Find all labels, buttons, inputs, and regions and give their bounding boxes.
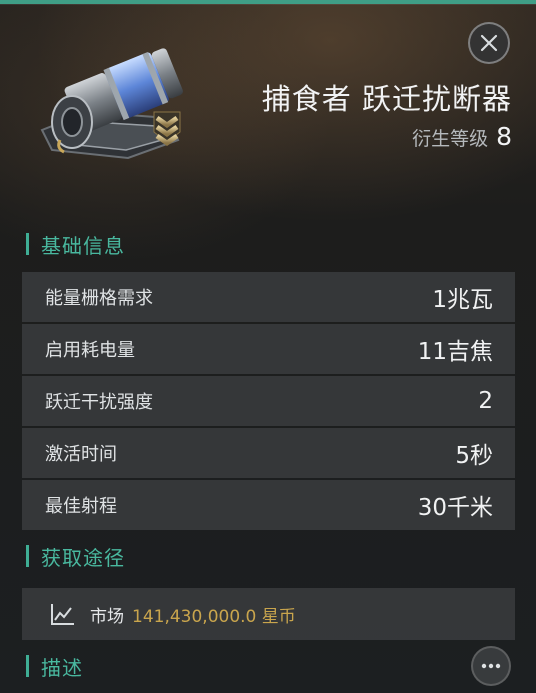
section-title: 获取途径 — [41, 545, 125, 570]
info-row-power-grid: 能量栅格需求 1兆瓦 — [22, 272, 515, 322]
tier-value: 8 — [496, 122, 512, 151]
section-description: 描述 — [26, 652, 83, 680]
info-label: 能量栅格需求 — [45, 288, 153, 309]
info-row-activation-cost: 启用耗电量 11吉焦 — [22, 324, 515, 374]
more-button[interactable] — [471, 646, 511, 686]
info-value: 1兆瓦 — [432, 287, 493, 313]
info-label: 跃迁干扰强度 — [45, 392, 153, 413]
info-row-optimal-range: 最佳射程 30千米 — [22, 480, 515, 530]
info-label: 激活时间 — [45, 444, 117, 465]
info-row-disruption-strength: 跃迁干扰强度 2 — [22, 376, 515, 426]
section-title: 基础信息 — [41, 233, 125, 258]
section-bar — [26, 655, 29, 677]
info-value: 5秒 — [455, 443, 493, 469]
section-bar — [26, 233, 29, 255]
market-price: 141,430,000.0 星币 — [132, 606, 296, 627]
info-value: 2 — [478, 388, 493, 414]
market-source-row[interactable]: 市场 141,430,000.0 星币 — [22, 588, 515, 640]
tier-info: 衍生等级 8 — [412, 122, 512, 151]
section-basic-info: 基础信息 — [26, 230, 125, 258]
section-bar — [26, 545, 29, 567]
section-title: 描述 — [41, 655, 83, 680]
market-chart-icon — [51, 604, 74, 625]
close-button[interactable] — [468, 22, 510, 64]
info-value: 11吉焦 — [417, 339, 493, 365]
module-detail-panel: { "header": { "title": "捕食者 跃迁扰断器", "tie… — [0, 0, 536, 693]
more-icon — [481, 663, 501, 669]
info-table: 能量栅格需求 1兆瓦 启用耗电量 11吉焦 跃迁干扰强度 2 激活时间 5秒 最… — [22, 272, 515, 532]
tier-label: 衍生等级 — [412, 128, 489, 150]
warp-disruptor-module-icon — [40, 48, 183, 160]
close-icon — [480, 34, 498, 52]
info-label: 启用耗电量 — [45, 340, 135, 361]
source-name: 市场 — [90, 606, 124, 627]
info-row-activation-time: 激活时间 5秒 — [22, 428, 515, 478]
top-accent-bar — [0, 0, 536, 5]
section-acquisition: 获取途径 — [26, 542, 125, 570]
info-value: 30千米 — [417, 495, 493, 521]
info-label: 最佳射程 — [45, 496, 117, 517]
item-title: 捕食者 跃迁扰断器 — [261, 82, 512, 116]
